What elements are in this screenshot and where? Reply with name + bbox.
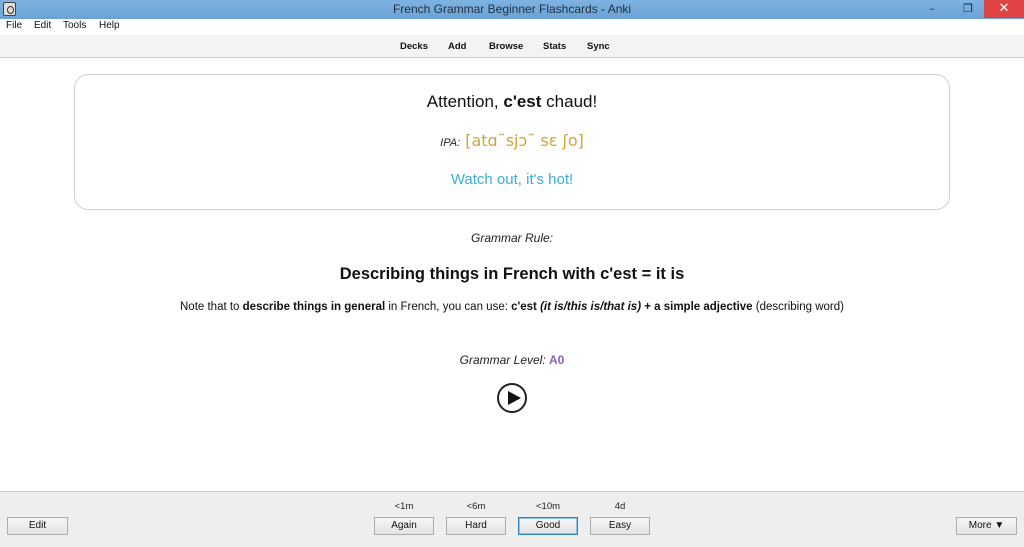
review-bottom-bar: Edit <1m <6m <10m 4d Again Hard Good Eas… xyxy=(0,491,1024,547)
menu-help[interactable]: Help xyxy=(99,20,120,31)
front-text-post: chaud! xyxy=(541,92,598,111)
toolbar-sync[interactable]: Sync xyxy=(587,41,610,52)
hard-button[interactable]: Hard xyxy=(446,517,506,535)
grammar-rule-label: Grammar Rule: xyxy=(470,231,553,245)
easy-interval: 4d xyxy=(614,501,626,512)
menu-bar: File Edit Tools Help xyxy=(0,19,1024,35)
note-part-1: Note that to xyxy=(180,301,243,313)
card-front-box: Attention, c'est chaud! IPA: [atɑ˜sjɔ˜ s… xyxy=(74,74,950,210)
front-text-pre: Attention, xyxy=(426,92,504,111)
menu-tools[interactable]: Tools xyxy=(63,20,86,31)
window-title: French Grammar Beginner Flashcards - Ank… xyxy=(392,2,632,16)
play-icon[interactable] xyxy=(497,383,527,413)
note-part-3: in French, you can use: xyxy=(385,301,512,313)
menu-file[interactable]: File xyxy=(6,20,22,31)
title-bar: French Grammar Beginner Flashcards - Ank… xyxy=(0,0,1024,19)
menu-edit[interactable]: Edit xyxy=(34,20,51,31)
front-text-bold: c'est xyxy=(503,92,542,111)
more-button[interactable]: More ▼ xyxy=(956,517,1017,535)
card-front-sentence: Attention, c'est chaud! xyxy=(75,92,949,112)
note-part-6: + a simple adjective xyxy=(641,301,753,313)
grammar-rule-title: Describing things in French with c'est =… xyxy=(339,265,685,283)
maximize-button[interactable]: ❐ xyxy=(954,0,982,18)
toolbar-add[interactable]: Add xyxy=(448,41,466,52)
toolbar-browse[interactable]: Browse xyxy=(489,41,523,52)
toolbar-decks[interactable]: Decks xyxy=(400,41,428,52)
grammar-note: Note that to describe things in general … xyxy=(0,301,1024,313)
good-button[interactable]: Good xyxy=(518,517,578,535)
main-toolbar: Decks Add Browse Stats Sync xyxy=(0,35,1024,58)
grammar-level-label: Grammar Level: xyxy=(459,353,549,367)
note-part-4: c'est xyxy=(511,301,541,313)
grammar-level-value: A0 xyxy=(549,353,565,367)
note-part-5: (it is/this is/that is) xyxy=(540,301,642,313)
easy-button[interactable]: Easy xyxy=(590,517,650,535)
note-part-2: describe things in general xyxy=(242,301,386,313)
good-interval: <10m xyxy=(535,501,561,512)
again-button[interactable]: Again xyxy=(374,517,434,535)
hard-interval: <6m xyxy=(466,501,486,512)
note-part-7: (describing word) xyxy=(752,301,844,313)
toolbar-stats[interactable]: Stats xyxy=(543,41,566,52)
close-button[interactable]: ✕ xyxy=(984,0,1024,18)
translation-text: Watch out, it's hot! xyxy=(450,171,574,188)
again-interval: <1m xyxy=(394,501,414,512)
minimize-button[interactable]: – xyxy=(918,0,946,18)
ipa-line: IPA: [atɑ˜sjɔ˜ sɛ ʃo] xyxy=(75,131,949,150)
edit-button[interactable]: Edit xyxy=(7,517,68,535)
ipa-value: [atɑ˜sjɔ˜ sɛ ʃo] xyxy=(465,131,584,150)
grammar-level: Grammar Level: A0 xyxy=(0,353,1024,367)
ipa-label: IPA: xyxy=(440,137,461,149)
